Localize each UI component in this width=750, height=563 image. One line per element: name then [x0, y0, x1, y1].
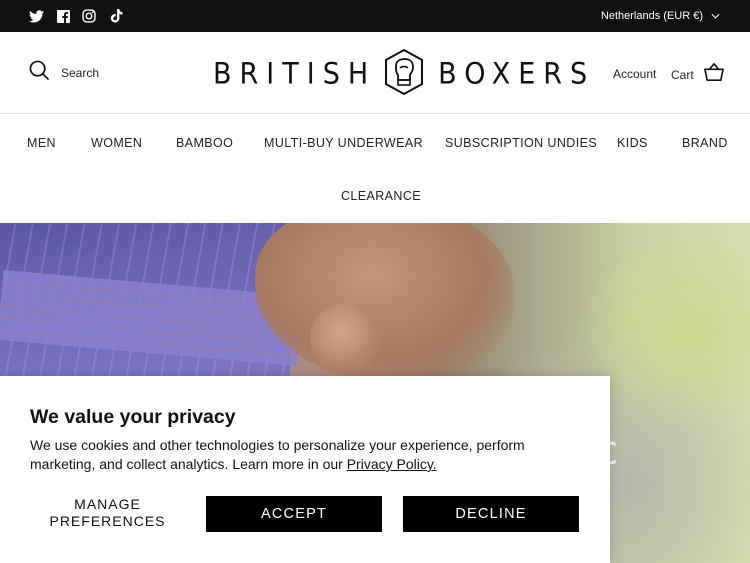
facebook-icon[interactable] — [55, 8, 71, 24]
chevron-down-icon — [711, 10, 720, 22]
account-link[interactable]: Account — [613, 67, 656, 81]
decline-button[interactable]: DECLINE — [403, 496, 579, 532]
twitter-icon[interactable] — [28, 8, 44, 24]
cart-label: Cart — [671, 67, 694, 82]
nav-item-clearance[interactable]: CLEARANCE — [341, 189, 421, 203]
manage-label-line1: MANAGE — [74, 496, 141, 512]
logo-word-boxers: BOXERS — [438, 57, 596, 91]
nav-item-brand[interactable]: BRAND — [682, 136, 728, 150]
search-label: Search — [61, 66, 100, 80]
boxing-glove-icon — [382, 48, 426, 101]
manage-preferences-button[interactable]: MANAGE PREFERENCES — [30, 496, 185, 532]
search-button[interactable]: Search — [29, 60, 100, 86]
site-logo[interactable]: BRITISH BOXERS — [213, 48, 587, 101]
top-bar: Netherlands (EUR €) — [0, 0, 750, 32]
region-label: Netherlands (EUR €) — [600, 10, 703, 22]
nav-item-multi-buy-underwear[interactable]: MULTI-BUY UNDERWEAR — [264, 136, 423, 150]
logo-word-british: BRITISH — [213, 57, 377, 91]
nav-item-subscription-undies[interactable]: SUBSCRIPTION UNDIES — [445, 136, 597, 150]
main-navigation: MEN WOMEN BAMBOO MULTI-BUY UNDERWEAR SUB… — [0, 115, 750, 223]
privacy-policy-link[interactable]: Privacy Policy. — [347, 456, 437, 472]
instagram-icon[interactable] — [81, 8, 97, 24]
cookie-description: We use cookies and other technologies to… — [30, 436, 570, 474]
search-icon — [29, 60, 50, 86]
site-header: Search BRITISH BOXERS Account Cart — [0, 32, 750, 114]
region-selector[interactable]: Netherlands (EUR €) — [601, 0, 720, 32]
hero-thumb — [310, 303, 380, 373]
nav-item-women[interactable]: WOMEN — [91, 136, 142, 150]
cookie-title: We value your privacy — [30, 406, 236, 428]
nav-item-men[interactable]: MEN — [27, 136, 56, 150]
manage-label-line2: PREFERENCES — [49, 513, 166, 529]
nav-item-kids[interactable]: KIDS — [617, 136, 648, 150]
nav-item-bamboo[interactable]: BAMBOO — [176, 136, 233, 150]
cookie-text: We use cookies and other technologies to… — [30, 437, 525, 472]
basket-icon — [703, 62, 725, 87]
cart-link[interactable]: Cart — [671, 62, 725, 87]
accept-button[interactable]: ACCEPT — [206, 496, 382, 532]
tiktok-icon[interactable] — [108, 8, 124, 24]
cookie-banner: We value your privacy We use cookies and… — [0, 376, 610, 563]
